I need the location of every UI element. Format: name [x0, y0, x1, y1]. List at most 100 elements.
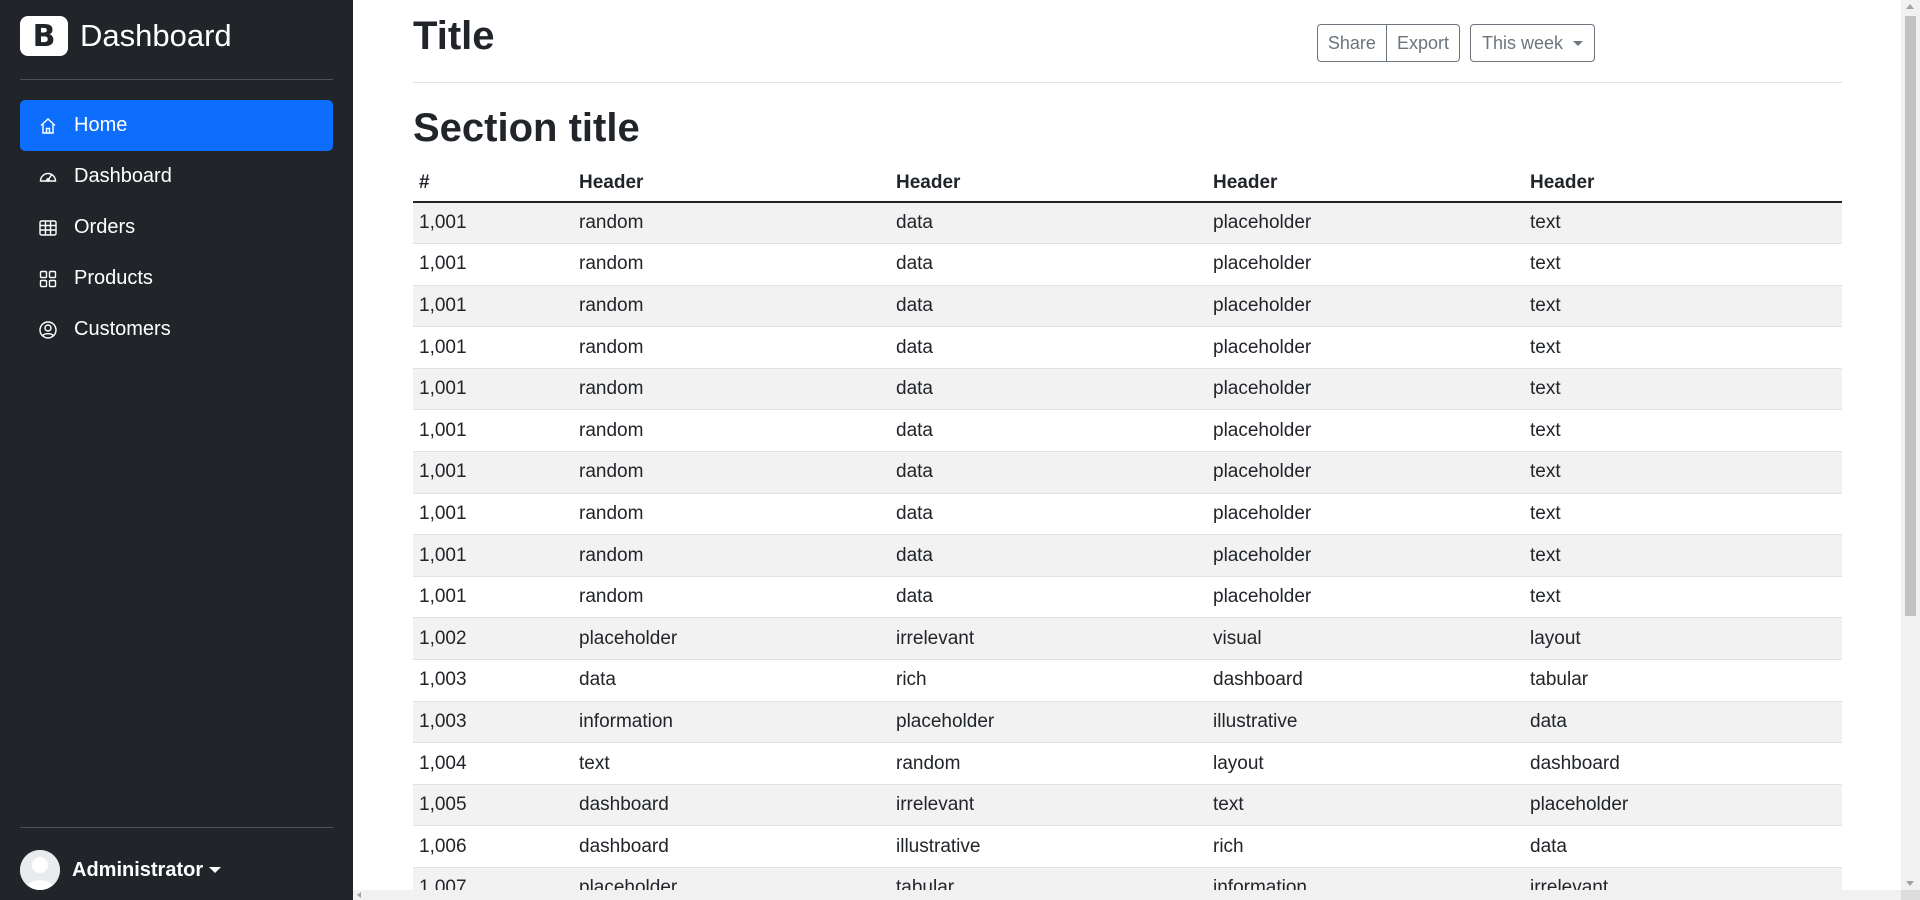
chevron-down-icon	[209, 867, 222, 873]
table-cell: 1,001	[413, 368, 573, 411]
avatar	[20, 850, 60, 890]
column-header: Header	[573, 164, 890, 203]
table-cell: 1,001	[413, 451, 573, 494]
table-cell: data	[1524, 825, 1842, 868]
table-cell: tabular	[890, 867, 1207, 890]
table-cell: 1,005	[413, 784, 573, 827]
header-divider	[413, 82, 1842, 83]
table-cell: placeholder	[890, 701, 1207, 744]
export-button[interactable]: Export	[1386, 24, 1460, 62]
table-cell: data	[890, 202, 1207, 245]
scroll-up-icon[interactable]	[1906, 4, 1914, 9]
sidebar-item-label: Orders	[74, 216, 136, 238]
brand[interactable]: B Dashboard	[20, 16, 232, 56]
button-group: Share Export	[1316, 24, 1460, 62]
table-cell: random	[573, 451, 890, 494]
table-cell: 1,001	[413, 243, 573, 286]
date-range-dropdown[interactable]: This week	[1469, 24, 1595, 62]
sidebar-item-home[interactable]: Home	[20, 100, 333, 151]
scroll-down-icon[interactable]	[1906, 881, 1914, 886]
sidebar-item-dashboard[interactable]: Dashboard	[20, 151, 333, 202]
table-cell: data	[1524, 701, 1842, 744]
table-cell: 1,002	[413, 617, 573, 661]
table-cell: text	[1207, 784, 1524, 827]
table-cell: text	[1524, 202, 1842, 245]
table-cell: 1,004	[413, 742, 573, 785]
table-cell: random	[573, 202, 890, 245]
chevron-down-icon	[1573, 40, 1583, 46]
table-cell: text	[573, 742, 890, 785]
table-cell: 1,001	[413, 285, 573, 328]
table-cell: placeholder	[1207, 326, 1524, 369]
toolbar: Share Export This week	[1316, 24, 1595, 62]
scrollbar-thumb[interactable]	[1905, 16, 1916, 616]
table-row: 1,001 random data placeholder text	[413, 326, 1842, 369]
table-cell: layout	[1524, 617, 1842, 661]
sidebar-item-label: Home	[74, 114, 128, 136]
scrollbar-corner	[1901, 890, 1920, 900]
table-cell: data	[890, 285, 1207, 328]
sidebar-item-label: Customers	[74, 318, 171, 340]
sidebar-divider	[20, 827, 333, 828]
table-cell: random	[573, 409, 890, 453]
sidebar-nav: Home Dashboard Orders Products Customers	[20, 100, 333, 355]
column-header: Header	[1524, 164, 1842, 203]
date-range-label: This week	[1481, 32, 1563, 53]
table-cell: irrelevant	[890, 784, 1207, 827]
table-row: 1,003 data rich dashboard tabular	[413, 659, 1842, 702]
sidebar-item-customers[interactable]: Customers	[20, 304, 333, 355]
table-cell: 1,001	[413, 493, 573, 536]
share-button[interactable]: Share	[1316, 24, 1387, 62]
table-row: 1,002 placeholder irrelevant visual layout	[413, 617, 1842, 661]
table-cell: rich	[1207, 825, 1524, 868]
table-row: 1,001 random data placeholder text	[413, 576, 1842, 619]
table-cell: 1,003	[413, 659, 573, 702]
main-content: Title Share Export This week Section tit…	[353, 0, 1901, 890]
table-cell: placeholder	[1207, 534, 1524, 577]
table-cell: data	[890, 368, 1207, 411]
table-cell: placeholder	[1207, 243, 1524, 286]
sidebar-item-label: Dashboard	[74, 165, 172, 187]
table-cell: layout	[1207, 742, 1524, 785]
table-cell: dashboard	[1207, 659, 1524, 702]
table-cell: illustrative	[1207, 701, 1524, 744]
table-cell: dashboard	[573, 825, 890, 868]
table-cell: placeholder	[573, 617, 890, 661]
table-cell: text	[1524, 409, 1842, 453]
table-cell: data	[573, 659, 890, 702]
horizontal-scrollbar[interactable]	[353, 890, 1901, 900]
table-cell: random	[890, 742, 1207, 785]
table-row: 1,005 dashboard irrelevant text placeholder	[413, 784, 1842, 827]
scroll-left-icon[interactable]	[357, 892, 361, 898]
sidebar-item-orders[interactable]: Orders	[20, 202, 333, 253]
table-cell: text	[1524, 326, 1842, 369]
table-cell: rich	[890, 659, 1207, 702]
table-cell: random	[573, 326, 890, 369]
table-row: 1,001 random data placeholder text	[413, 243, 1842, 286]
table-cell: information	[573, 701, 890, 744]
table-cell: text	[1524, 368, 1842, 411]
table-cell: 1,001	[413, 202, 573, 245]
table-cell: placeholder	[1207, 368, 1524, 411]
speedometer-icon	[39, 172, 57, 182]
user-avatar-icon	[20, 850, 60, 890]
table-cell: placeholder	[1207, 202, 1524, 245]
vertical-scrollbar[interactable]	[1901, 0, 1920, 890]
table-cell: 1,003	[413, 701, 573, 744]
table-row: 1,007 placeholder tabular information irrele…	[413, 867, 1842, 890]
table-row: 1,006 dashboard illustrative rich data	[413, 825, 1842, 868]
table-cell: placeholder	[1207, 285, 1524, 328]
table-cell: 1,001	[413, 409, 573, 453]
table-cell: text	[1524, 576, 1842, 619]
table-cell: random	[573, 243, 890, 286]
table-cell: placeholder	[573, 867, 890, 890]
sidebar-divider	[20, 79, 333, 80]
table-cell: text	[1524, 534, 1842, 577]
sidebar-item-products[interactable]: Products	[20, 253, 333, 304]
table-row: 1,001 random data placeholder text	[413, 285, 1842, 328]
column-header: Header	[890, 164, 1207, 203]
user-menu[interactable]: Administrator	[20, 850, 222, 890]
table-cell: illustrative	[890, 825, 1207, 868]
table-cell: random	[573, 285, 890, 328]
table-cell: data	[890, 243, 1207, 286]
